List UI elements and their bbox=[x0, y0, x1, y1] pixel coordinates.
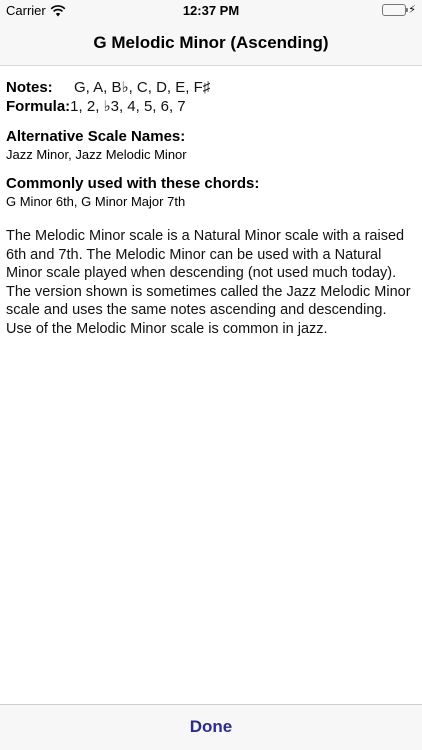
notes-label: Notes: bbox=[6, 79, 53, 96]
scale-description: The Melodic Minor scale is a Natural Min… bbox=[6, 228, 411, 337]
battery-group: ⚡︎ bbox=[382, 4, 416, 16]
alt-names-text: Jazz Minor, Jazz Melodic Minor bbox=[6, 147, 187, 162]
chords-text: G Minor 6th, G Minor Major 7th bbox=[6, 194, 186, 209]
navigation-bar: G Melodic Minor (Ascending) bbox=[0, 22, 422, 66]
notes-row: Notes: G, A, B♭, C, D, E, F♯ bbox=[6, 78, 416, 97]
bottom-toolbar: Done bbox=[0, 704, 422, 750]
formula-value: 1, 2, ♭3, 4, 5, 6, 7 bbox=[70, 98, 186, 115]
bolt-icon: ⚡︎ bbox=[408, 3, 416, 16]
done-button[interactable]: Done bbox=[0, 717, 422, 737]
battery-icon bbox=[382, 4, 409, 16]
chords-title: Commonly used with these chords: bbox=[6, 175, 260, 192]
page-title: G Melodic Minor (Ascending) bbox=[93, 33, 329, 52]
scale-details: Notes: G, A, B♭, C, D, E, F♯ Formula: 1,… bbox=[0, 66, 422, 338]
notes-value: G, A, B♭, C, D, E, F♯ bbox=[74, 79, 211, 96]
status-bar: Carrier 12:37 PM ⚡︎ bbox=[0, 0, 422, 22]
formula-label: Formula: bbox=[6, 98, 71, 115]
formula-row: Formula: 1, 2, ♭3, 4, 5, 6, 7 bbox=[6, 97, 416, 116]
status-time: 12:37 PM bbox=[182, 3, 240, 18]
alt-names-title: Alternative Scale Names: bbox=[6, 128, 186, 145]
